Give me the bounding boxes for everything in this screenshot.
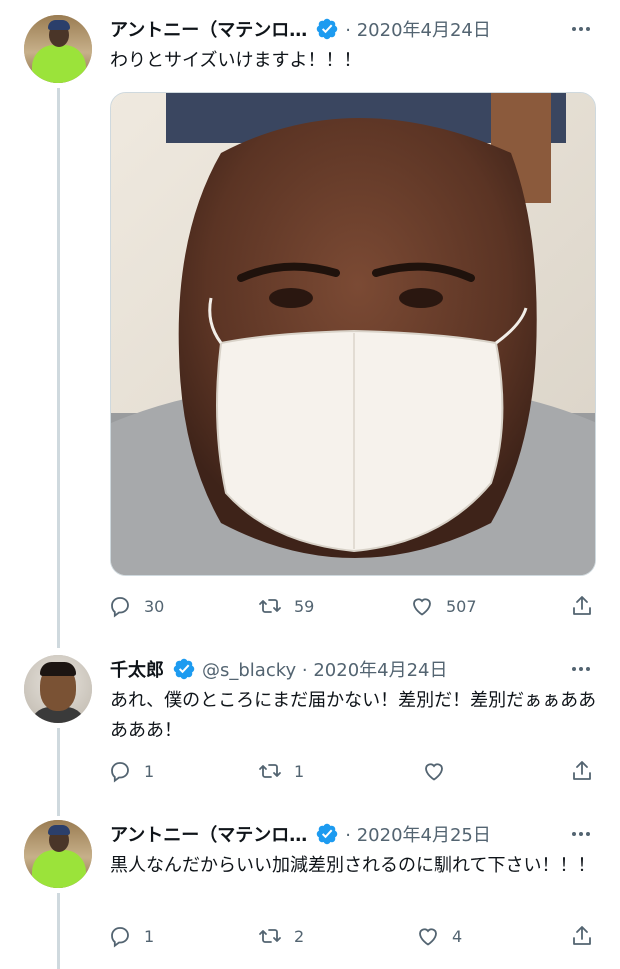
verified-badge-icon xyxy=(317,823,338,845)
like-button[interactable]: 4 xyxy=(416,924,462,948)
verified-badge-icon xyxy=(317,18,338,40)
retweet-count: 59 xyxy=(294,596,315,616)
heart-icon xyxy=(425,763,443,781)
reply-button[interactable]: 30 xyxy=(108,594,164,618)
reply-count: 1 xyxy=(144,761,155,781)
retweet-button[interactable]: 59 xyxy=(258,594,314,618)
more-options-icon[interactable] xyxy=(568,821,594,847)
tweet-header: 千太郎 @s_blacky · 2020年4月24日 xyxy=(110,654,550,684)
reply-count: 1 xyxy=(144,926,155,946)
display-name[interactable]: 千太郎 xyxy=(110,656,164,682)
reply-button[interactable]: 1 xyxy=(108,924,154,948)
retweet-icon xyxy=(259,599,281,613)
reply-icon xyxy=(111,927,129,948)
retweet-button[interactable]: 1 xyxy=(258,759,304,783)
like-button[interactable]: 507 xyxy=(410,594,477,618)
user-avatar[interactable] xyxy=(24,820,92,888)
like-count: 4 xyxy=(452,926,463,946)
tweet[interactable]: アントニー（マテンロ… · 2020年4月25日 黒人なんだからいい加減差別され… xyxy=(0,805,620,969)
tweet-media-photo[interactable] xyxy=(110,92,596,576)
tweet-actions: 1 1 xyxy=(108,759,598,789)
retweet-button[interactable]: 2 xyxy=(258,924,304,948)
share-icon xyxy=(573,926,591,945)
more-options-icon[interactable] xyxy=(568,16,594,42)
like-count: 507 xyxy=(446,596,477,616)
like-button[interactable] xyxy=(422,759,458,783)
user-avatar[interactable] xyxy=(24,655,92,723)
share-icon xyxy=(573,596,591,615)
tweet-handle-and-timestamp[interactable]: @s_blacky · 2020年4月24日 xyxy=(202,656,448,682)
verified-badge-icon xyxy=(173,658,195,680)
share-button[interactable] xyxy=(570,594,594,618)
tweet-text: あれ、僕のところにまだ届かない！差別だ！差別だぁぁあああああ！ xyxy=(110,690,597,741)
tweet-text: わりとサイズいけますよ！！！ xyxy=(110,50,362,71)
tweet-header: アントニー（マテンロ… · 2020年4月24日 xyxy=(110,14,550,44)
more-options-icon[interactable] xyxy=(568,656,594,682)
tweet[interactable]: アントニー（マテンロ… · 2020年4月24日 わりとサイズいけますよ！！！ xyxy=(0,0,620,640)
tweet[interactable]: 千太郎 @s_blacky · 2020年4月24日 あれ、僕のところにまだ届か… xyxy=(0,640,620,805)
reply-count: 30 xyxy=(144,596,165,616)
tweet-header: アントニー（マテンロ… · 2020年4月25日 xyxy=(110,819,550,849)
mask-selfie-illustration xyxy=(111,93,595,575)
share-icon xyxy=(573,761,591,780)
reply-icon xyxy=(111,597,129,618)
user-avatar[interactable] xyxy=(24,15,92,83)
tweet-text: 黒人なんだからいい加減差別されるのに馴れて下さい！！！ xyxy=(110,855,596,876)
retweet-count: 2 xyxy=(294,926,305,946)
retweet-icon xyxy=(259,764,281,778)
heart-icon xyxy=(419,928,437,946)
tweet-actions: 1 2 4 xyxy=(108,924,598,954)
reply-icon xyxy=(111,762,129,783)
heart-icon xyxy=(413,598,431,616)
reply-button[interactable]: 1 xyxy=(108,759,154,783)
share-button[interactable] xyxy=(570,924,594,948)
display-name[interactable]: アントニー（マテンロ… xyxy=(110,821,307,847)
tweet-actions: 30 59 507 xyxy=(108,594,598,624)
display-name[interactable]: アントニー（マテンロ… xyxy=(110,16,307,42)
tweet-timestamp[interactable]: · 2020年4月24日 xyxy=(345,16,491,42)
retweet-icon xyxy=(259,929,281,943)
share-button[interactable] xyxy=(570,759,594,783)
retweet-count: 1 xyxy=(294,761,305,781)
tweet-timestamp[interactable]: · 2020年4月25日 xyxy=(345,821,491,847)
